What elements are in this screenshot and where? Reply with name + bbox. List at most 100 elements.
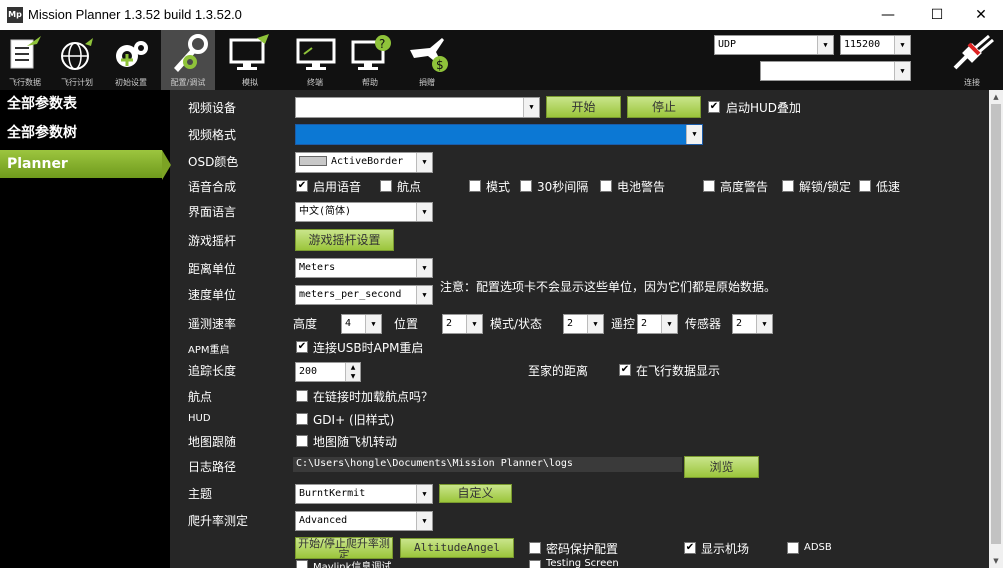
speech-enable-checkbox[interactable]: ✔ <box>296 180 308 192</box>
connect-button[interactable]: 连接 <box>944 30 1000 90</box>
joystick-label: 游戏摇杆 <box>188 234 237 248</box>
config-tuning-icon <box>174 34 208 72</box>
toolbar-label: 模拟 <box>242 78 258 87</box>
speech-mode-label: 模式 <box>486 180 511 194</box>
browse-button[interactable]: 浏览 <box>684 456 759 478</box>
ui-language-value: 中文(简体) <box>299 206 352 217</box>
config-sidebar: 全部参数表 全部参数树 Planner <box>0 90 170 568</box>
baud-rate-select[interactable]: 115200 ▼ <box>840 35 911 55</box>
apm-reset-checkbox[interactable]: ✔ <box>296 341 308 353</box>
toolbar-flight-data[interactable]: 飞行数据 <box>0 30 50 90</box>
toolbar-config-tuning[interactable]: 配置/调试 <box>161 30 215 90</box>
svg-text:$: $ <box>436 58 444 72</box>
hud-gdi-checkbox[interactable] <box>296 413 308 425</box>
toolbar-label: 捐赠 <box>419 78 435 87</box>
chevron-down-icon: ▼ <box>416 485 432 503</box>
svg-text:?: ? <box>379 37 385 51</box>
speech-lowspeed-label: 低速 <box>876 180 901 194</box>
load-waypoints-checkbox[interactable] <box>296 390 308 402</box>
scroll-up-icon[interactable]: ▲ <box>989 90 1003 104</box>
track-length-stepper[interactable]: ▲ ▼ <box>345 363 360 381</box>
map-follow-checkbox[interactable] <box>296 435 308 447</box>
adsb-checkbox[interactable] <box>787 542 799 554</box>
password-protect-checkbox[interactable] <box>529 542 541 554</box>
distance-unit-select[interactable]: Meters ▼ <box>295 258 433 278</box>
speed-unit-select[interactable]: meters_per_second ▼ <box>295 285 433 305</box>
chevron-down-icon: ▼ <box>756 315 772 333</box>
video-start-button[interactable]: 开始 <box>546 96 621 118</box>
help-icon: ? <box>351 35 391 70</box>
scrollbar-thumb[interactable] <box>991 104 1001 544</box>
telemetry-rc-label: 遥控 <box>611 317 636 331</box>
window-title: Mission Planner 1.3.52 build 1.3.52.0 <box>28 7 242 22</box>
toolbar-donate[interactable]: $ 捐赠 <box>401 30 453 90</box>
show-in-flight-checkbox[interactable]: ✔ <box>619 364 631 376</box>
altitude-angel-button[interactable]: AltitudeAngel <box>400 538 514 558</box>
toolbar-initial-setup[interactable]: 初始设置 <box>106 30 156 90</box>
simulation-icon <box>229 34 269 70</box>
speech-lowspeed-checkbox[interactable] <box>859 180 871 192</box>
toolbar-flight-plan[interactable]: 飞行计划 <box>52 30 102 90</box>
show-vehicle-label: 显示机场 <box>701 542 750 556</box>
port-options-select[interactable]: ▼ <box>760 61 911 81</box>
start-stop-climb-button[interactable]: 开始/停止爬升率测定 <box>295 537 393 559</box>
show-vehicle-checkbox[interactable]: ✔ <box>684 542 696 554</box>
terminal-icon <box>296 38 336 70</box>
osd-color-value: ActiveBorder <box>331 156 404 167</box>
speech-mode-checkbox[interactable] <box>469 180 481 192</box>
speech-battery-label: 电池警告 <box>617 180 666 194</box>
telemetry-rc-select[interactable]: 2 ▼ <box>637 314 678 334</box>
chevron-down-icon: ▼ <box>416 259 432 277</box>
connection-type-select[interactable]: UDP ▼ <box>714 35 834 55</box>
main-toolbar: 飞行数据 飞行计划 初始设置 配置/调试 模拟 终端 ? 帮助 $ 捐赠 UDP… <box>0 30 1003 90</box>
speech-arm-label: 解锁/锁定 <box>799 180 852 194</box>
custom-theme-button[interactable]: 自定义 <box>439 484 512 503</box>
hud-overlay-checkbox[interactable]: ✔ <box>708 101 720 113</box>
flight-data-icon <box>10 36 41 69</box>
maximize-button[interactable]: ☐ <box>914 0 960 30</box>
sidebar-selection-arrow <box>162 150 171 180</box>
chevron-down-icon: ▼ <box>661 315 677 333</box>
vertical-scrollbar[interactable]: ▲ ▼ <box>989 90 1003 568</box>
climb-rate-value: Advanced <box>299 515 348 526</box>
telemetry-mode-select[interactable]: 2 ▼ <box>563 314 604 334</box>
toolbar-terminal[interactable]: 终端 <box>289 30 341 90</box>
theme-label: 主题 <box>188 487 213 501</box>
joystick-setup-button[interactable]: 游戏摇杆设置 <box>295 229 394 251</box>
sidebar-item-full-param-list[interactable]: 全部参数表 <box>0 90 170 118</box>
apm-reset-option-label: 连接USB时APM重启 <box>313 341 424 355</box>
log-path-input[interactable]: C:\Users\hongle\Documents\Mission Planne… <box>293 457 682 472</box>
theme-select[interactable]: BurntKermit ▼ <box>295 484 433 504</box>
telemetry-position-value: 2 <box>446 318 453 329</box>
speech-enable-label: 启用语音 <box>313 180 362 194</box>
mavlink-debug-checkbox[interactable] <box>296 560 308 568</box>
toolbar-help[interactable]: ? 帮助 <box>344 30 396 90</box>
testing-screen-checkbox[interactable] <box>529 560 541 568</box>
minimize-button[interactable]: — <box>865 0 911 30</box>
video-stop-button[interactable]: 停止 <box>627 96 701 118</box>
scroll-down-icon[interactable]: ▼ <box>989 554 1003 568</box>
video-device-select[interactable]: ▼ <box>295 97 540 118</box>
sidebar-item-full-param-tree[interactable]: 全部参数树 <box>0 119 170 147</box>
speech-arm-checkbox[interactable] <box>782 180 794 192</box>
climb-rate-select[interactable]: Advanced ▼ <box>295 511 433 531</box>
ui-language-select[interactable]: 中文(简体) ▼ <box>295 202 433 222</box>
telemetry-sensor-select[interactable]: 2 ▼ <box>732 314 773 334</box>
sidebar-item-planner[interactable]: Planner <box>0 150 162 178</box>
speech-battery-checkbox[interactable] <box>600 180 612 192</box>
password-protect-label: 密码保护配置 <box>546 542 619 556</box>
toolbar-label: 飞行数据 <box>9 78 41 87</box>
speech-30s-checkbox[interactable] <box>520 180 532 192</box>
telemetry-altitude-select[interactable]: 4 ▼ <box>341 314 382 334</box>
video-format-select[interactable]: ▼ <box>295 124 703 145</box>
osd-color-select[interactable]: ActiveBorder ▼ <box>295 152 433 173</box>
chevron-down-icon: ▼ <box>416 286 432 304</box>
telemetry-position-select[interactable]: 2 ▼ <box>442 314 483 334</box>
toolbar-simulation[interactable]: 模拟 <box>222 30 278 90</box>
close-button[interactable]: ✕ <box>958 0 1003 30</box>
distance-unit-value: Meters <box>299 262 336 273</box>
speech-waypoint-checkbox[interactable] <box>380 180 392 192</box>
toolbar-label: 终端 <box>307 78 323 87</box>
ui-language-label: 界面语言 <box>188 205 237 219</box>
speech-altitude-checkbox[interactable] <box>703 180 715 192</box>
